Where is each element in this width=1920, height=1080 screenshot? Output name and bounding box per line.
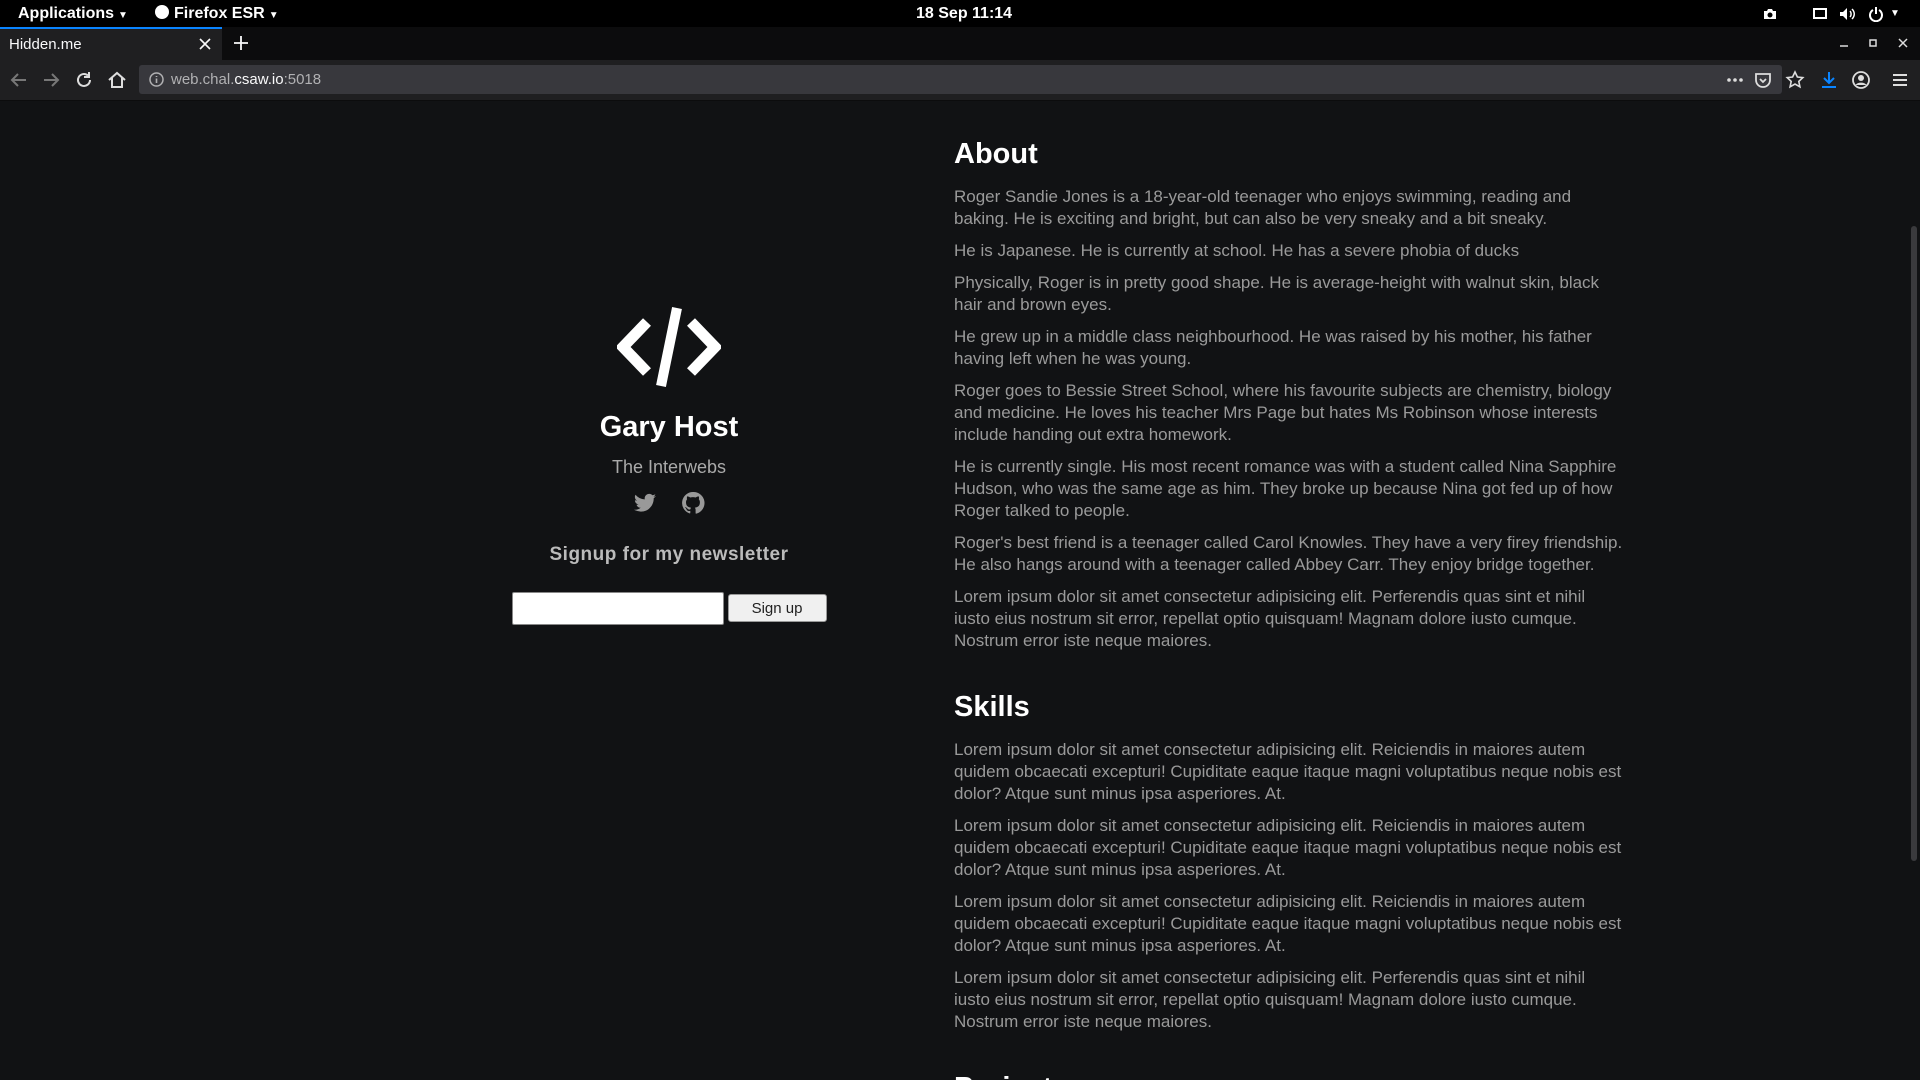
about-paragraph: Physically, Roger is in pretty good shap… [954, 273, 1600, 314]
new-tab-icon[interactable] [230, 32, 252, 54]
power-menu[interactable]: ▼ [1864, 0, 1904, 27]
skills-heading: Skills [954, 691, 1030, 723]
tab-hidden-me[interactable]: Hidden.me [0, 27, 222, 60]
chevron-down-icon: ▼ [268, 10, 279, 21]
email-field[interactable] [511, 592, 724, 625]
profile-name: Gary Host [599, 411, 739, 443]
profile-location: The Interwebs [611, 457, 727, 477]
download-icon[interactable] [1818, 69, 1840, 91]
skills-paragraph: Lorem ipsum dolor sit amet consectetur a… [954, 968, 1586, 1031]
back-icon[interactable] [8, 69, 30, 91]
maximize-icon[interactable] [1863, 33, 1883, 53]
url-host: csaw.io [234, 71, 284, 88]
github-icon[interactable] [681, 491, 705, 515]
applications-menu[interactable]: Applications ▼ [18, 0, 128, 27]
profile-card: Gary Host The Interwebs Signup for my ne… [500, 306, 838, 625]
screenshot-icon[interactable] [1760, 0, 1780, 27]
newsletter-heading: Signup for my newsletter [549, 544, 789, 565]
chevron-down-icon: ▼ [1890, 8, 1900, 19]
about-paragraph: He is Japanese. He is currently at schoo… [954, 241, 1520, 260]
social-links [500, 491, 838, 515]
skills-paragraph: Lorem ipsum dolor sit amet consectetur a… [954, 892, 1622, 955]
firefox-menu-label: Firefox ESR [174, 5, 265, 22]
about-paragraph: Roger goes to Bessie Street School, wher… [954, 381, 1612, 444]
skills-paragraph: Lorem ipsum dolor sit amet consectetur a… [954, 816, 1622, 879]
navigation-toolbar: web.chal.csaw.io:5018 [0, 60, 1920, 101]
chevron-down-icon: ▼ [118, 10, 128, 21]
about-heading: About [954, 138, 1038, 170]
pocket-icon[interactable] [1753, 70, 1773, 90]
page-actions-icon[interactable] [1725, 70, 1745, 90]
about-paragraph: Roger's best friend is a teenager called… [954, 533, 1623, 574]
bookmark-star-icon[interactable] [1784, 69, 1806, 91]
info-icon[interactable] [148, 71, 165, 88]
firefox-icon [155, 5, 169, 19]
volume-icon[interactable] [1837, 0, 1859, 27]
page-scrollbar[interactable] [1908, 101, 1920, 1080]
tab-strip: Hidden.me [0, 27, 1920, 60]
desktop-top-panel: Applications ▼ Firefox ESR ▼ 18 Sep 11:14 … [0, 0, 1920, 27]
newsletter-form: Sign up [500, 592, 838, 625]
about-paragraph: He grew up in a middle class neighbourho… [954, 327, 1592, 368]
display-icon[interactable] [1810, 0, 1830, 27]
forward-icon[interactable] [40, 69, 62, 91]
url-prefix: web.chal. [171, 71, 235, 88]
scrollbar-thumb[interactable] [1911, 226, 1917, 861]
clock[interactable]: 18 Sep 11:14 [916, 0, 1012, 27]
applications-label: Applications [18, 5, 115, 22]
main-content: About Roger Sandie Jones is a 18-year-ol… [954, 136, 1624, 1080]
hamburger-menu-icon[interactable] [1889, 69, 1911, 91]
about-paragraph: He is currently single. His most recent … [954, 457, 1617, 520]
about-paragraph: Lorem ipsum dolor sit amet consectetur a… [954, 587, 1586, 650]
power-icon [1869, 6, 1884, 22]
address-bar[interactable]: web.chal.csaw.io:5018 [139, 65, 1782, 94]
window-close-icon[interactable] [1893, 33, 1913, 53]
reload-icon[interactable] [73, 69, 95, 91]
firefox-menu[interactable]: Firefox ESR ▼ [155, 0, 279, 27]
skills-paragraph: Lorem ipsum dolor sit amet consectetur a… [954, 740, 1622, 803]
about-paragraph: Roger Sandie Jones is a 18-year-old teen… [954, 187, 1572, 228]
account-icon[interactable] [1850, 69, 1872, 91]
tab-title: Hidden.me [9, 36, 82, 53]
signup-button[interactable]: Sign up [727, 594, 827, 622]
url-port: :5018 [283, 71, 322, 88]
twitter-icon[interactable] [633, 491, 657, 515]
logo-code-icon [617, 306, 721, 388]
url-text[interactable]: web.chal.csaw.io:5018 [171, 65, 321, 94]
close-icon[interactable] [196, 35, 214, 53]
projects-heading: Projects [954, 1070, 1624, 1080]
home-icon[interactable] [106, 69, 128, 91]
web-page: Gary Host The Interwebs Signup for my ne… [0, 101, 1908, 1080]
minimize-icon[interactable] [1834, 33, 1854, 53]
